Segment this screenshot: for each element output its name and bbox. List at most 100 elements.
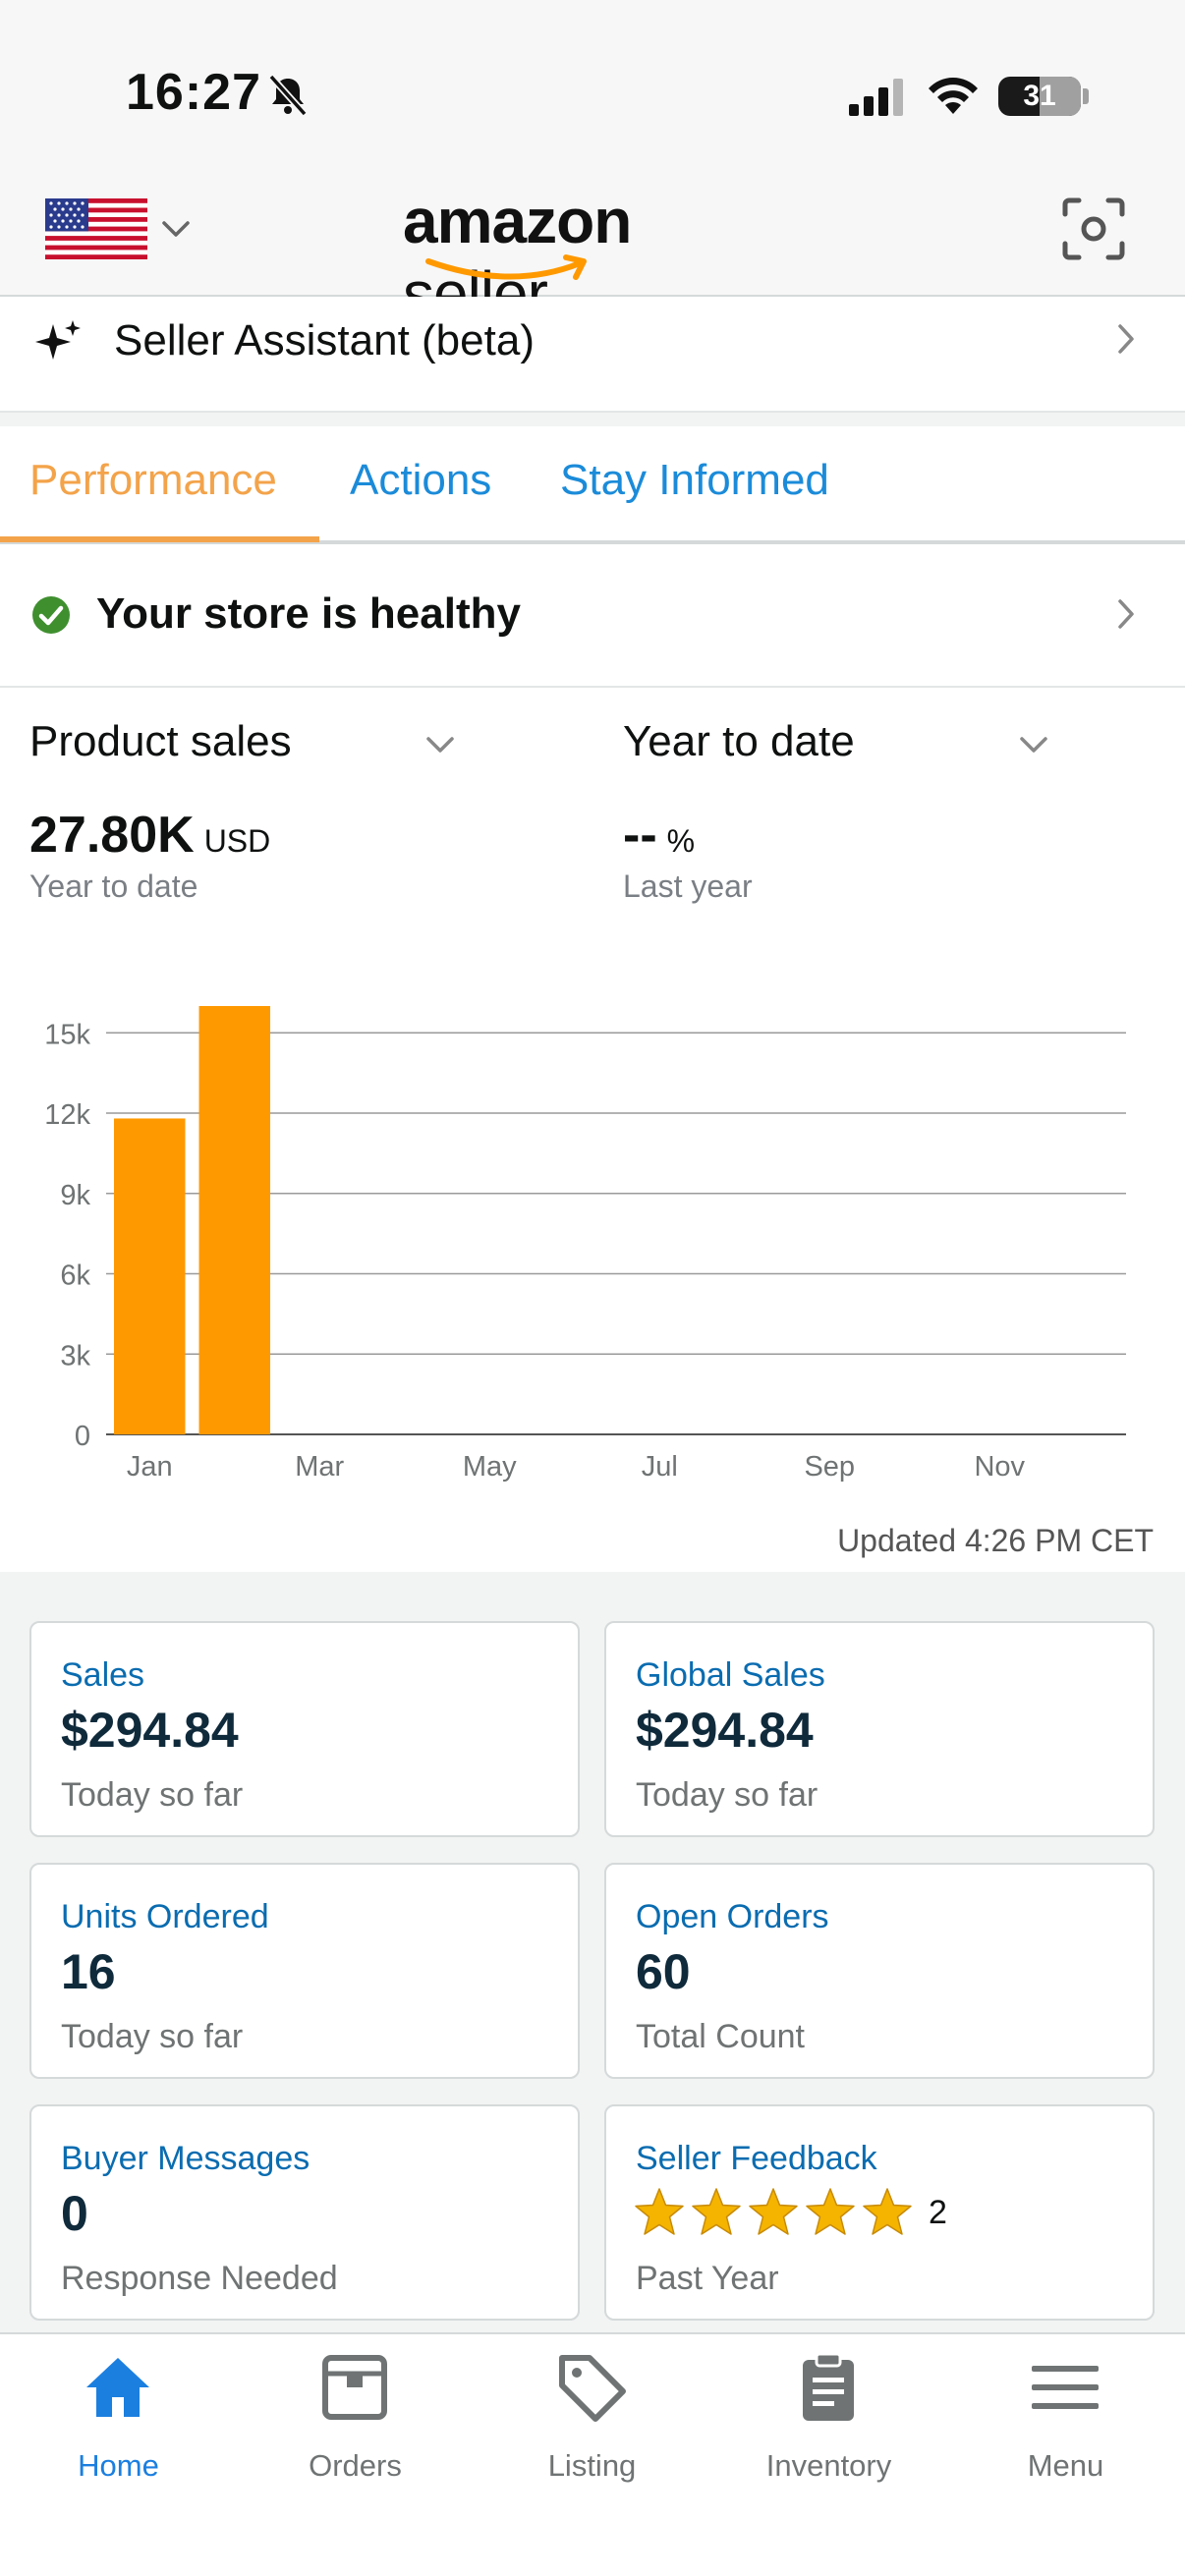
nav-label: Inventory: [765, 2448, 892, 2483]
comparison-unit: %: [666, 823, 696, 859]
sales-card[interactable]: Sales $294.84 Today so far: [29, 1621, 580, 1837]
nav-home[interactable]: Home: [0, 2334, 237, 2531]
card-value: $294.84: [61, 1703, 239, 1758]
x-tick-label: Nov: [974, 1451, 1025, 1483]
bell-muted-icon: [268, 74, 308, 117]
chevron-down-icon[interactable]: [1018, 735, 1049, 756]
x-tick-label: Jul: [642, 1451, 678, 1483]
metric-selector[interactable]: Product sales: [29, 717, 292, 766]
amazon-seller-logo: amazon seller: [403, 185, 786, 329]
units-ordered-card[interactable]: Units Ordered 16 Today so far: [29, 1863, 580, 2079]
card-title: Global Sales: [636, 1656, 825, 1694]
card-value: 0: [61, 2186, 88, 2241]
nav-listing[interactable]: Listing: [474, 2334, 710, 2531]
nav-label: Orders: [309, 2448, 402, 2483]
hamburger-icon: [1032, 2366, 1099, 2409]
signal-icon: [849, 79, 903, 116]
card-subtitle: Total Count: [636, 2018, 805, 2055]
nav-label: Menu: [1027, 2448, 1104, 2483]
card-title: Buyer Messages: [61, 2140, 310, 2177]
battery-level: 31: [1023, 80, 1056, 112]
card-value: 60: [636, 1944, 691, 1999]
star-icon: [692, 2188, 741, 2235]
star-icon: [635, 2188, 684, 2235]
section-gap: [0, 413, 1185, 426]
chevron-right-icon: [1118, 599, 1134, 629]
comparison-caption: Last year: [623, 868, 753, 904]
sales-amount: 27.80K: [29, 807, 195, 864]
global-sales-card[interactable]: Global Sales $294.84 Today so far: [604, 1621, 1155, 1837]
battery-icon: 31: [998, 77, 1081, 116]
x-tick-label: May: [463, 1451, 517, 1483]
clipboard-icon: [803, 2352, 854, 2421]
tab-stay-informed[interactable]: Stay Informed: [560, 456, 829, 505]
buyer-messages-card[interactable]: Buyer Messages 0 Response Needed: [29, 2104, 580, 2321]
x-tick-label: Jan: [127, 1451, 173, 1483]
card-title: Open Orders: [636, 1898, 829, 1935]
tag-icon: [559, 2355, 626, 2422]
x-tick-label: Sep: [804, 1451, 855, 1483]
date-range-selector[interactable]: Year to date: [623, 717, 855, 766]
chevron-down-icon[interactable]: [159, 216, 193, 242]
store-health-text: Your store is healthy: [96, 589, 521, 638]
card-subtitle: Today so far: [61, 2018, 244, 2055]
scan-camera-icon[interactable]: [1061, 196, 1126, 261]
y-tick-label: 9k: [60, 1180, 90, 1211]
y-tick-label: 15k: [44, 1019, 90, 1050]
updated-timestamp: Updated 4:26 PM CET: [837, 1523, 1154, 1558]
nav-orders[interactable]: Orders: [237, 2334, 474, 2531]
sales-caption: Year to date: [29, 868, 198, 904]
x-tick-label: Mar: [295, 1451, 344, 1483]
feedback-stars: 2: [632, 2183, 947, 2242]
card-subtitle: Response Needed: [61, 2260, 338, 2297]
comparison-amount: --: [623, 807, 657, 864]
check-circle-icon: [32, 596, 70, 634]
nav-menu[interactable]: Menu: [947, 2334, 1184, 2531]
battery-tip: [1083, 88, 1089, 104]
seller-assistant-label: Seller Assistant (beta): [114, 316, 535, 364]
seller-assistant-row[interactable]: Seller Assistant (beta): [0, 297, 1185, 413]
wifi-icon: [929, 78, 978, 114]
card-title: Units Ordered: [61, 1898, 269, 1935]
sales-bar-chart: 0 3k 6k 9k 12k 15k Jan Mar May Jul Sep Nov: [44, 1006, 1126, 1483]
bottom-navigation: Home Orders Listing Inventory Menu: [0, 2332, 1185, 2576]
logo-bold: amazon: [403, 186, 632, 256]
box-icon: [322, 2355, 387, 2420]
card-subtitle: Today so far: [61, 1776, 244, 1814]
y-tick-label: 12k: [44, 1099, 90, 1131]
feedback-count: 2: [929, 2193, 947, 2231]
bar-jan: [114, 1118, 186, 1434]
y-tick-label: 0: [75, 1421, 90, 1452]
card-value: 16: [61, 1944, 116, 1999]
us-flag-icon[interactable]: [45, 198, 147, 259]
nav-label: Listing: [547, 2448, 637, 2483]
open-orders-card[interactable]: Open Orders 60 Total Count: [604, 1863, 1155, 2079]
card-title: Sales: [61, 1656, 145, 1694]
card-subtitle: Past Year: [636, 2260, 779, 2297]
card-title: Seller Feedback: [636, 2140, 877, 2177]
card-subtitle: Today so far: [636, 1776, 818, 1814]
star-icon: [806, 2188, 855, 2235]
app-header: amazon seller: [0, 167, 1185, 329]
chevron-right-icon: [1118, 324, 1134, 354]
tab-actions[interactable]: Actions: [350, 456, 491, 505]
star-icon: [749, 2188, 798, 2235]
status-time: 16:27: [126, 64, 261, 121]
sales-unit: USD: [203, 823, 271, 859]
nav-label: Home: [78, 2448, 159, 2483]
store-health-row[interactable]: Your store is healthy: [0, 544, 1185, 688]
comparison-value: --%: [623, 806, 695, 865]
home-icon: [86, 2358, 149, 2417]
card-value: $294.84: [636, 1703, 814, 1758]
nav-inventory[interactable]: Inventory: [710, 2334, 947, 2531]
y-tick-label: 3k: [60, 1340, 90, 1372]
seller-feedback-card[interactable]: Seller Feedback 2 Past Year: [604, 2104, 1155, 2321]
tab-performance[interactable]: Performance: [29, 456, 277, 505]
smile-arrow-icon: [425, 254, 587, 280]
chevron-down-icon[interactable]: [424, 735, 456, 756]
sparkles-icon: [35, 320, 81, 360]
star-icon: [863, 2188, 912, 2235]
product-sales-value: 27.80K USD: [29, 806, 270, 865]
status-bar: 16:27 31: [0, 0, 1185, 167]
active-tab-indicator: [0, 536, 319, 542]
